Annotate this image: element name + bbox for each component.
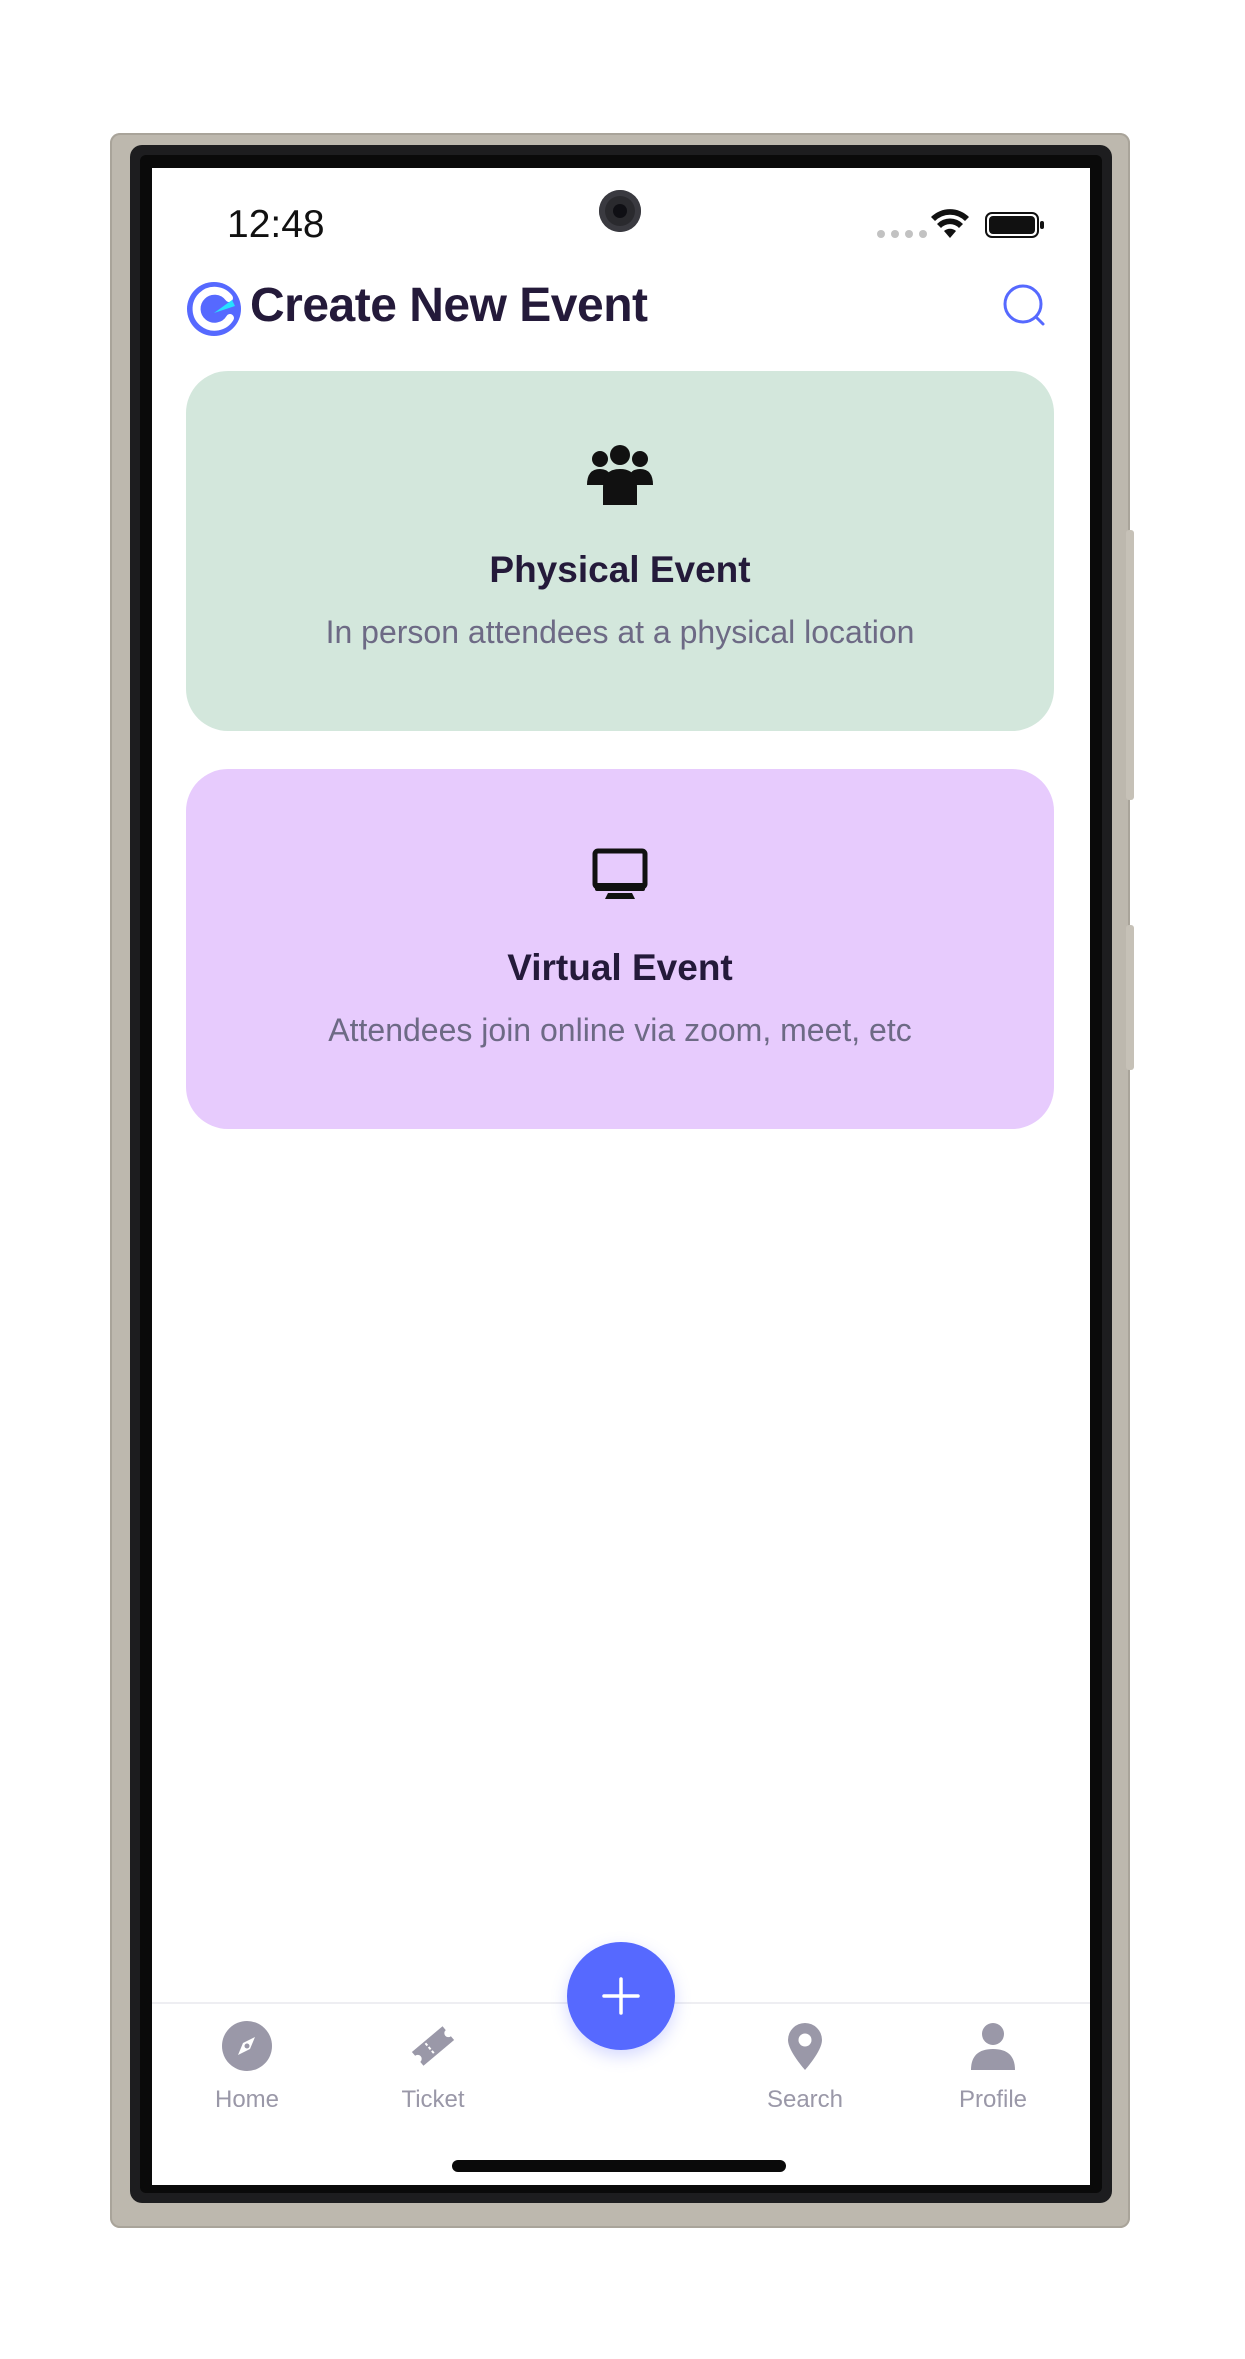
nav-item-ticket[interactable]: Ticket [363,2020,503,2130]
nav-label-ticket: Ticket [401,2086,465,2113]
status-time: 12:48 [227,203,325,246]
location-pin-icon [788,2023,822,2070]
front-camera [599,190,641,232]
app-logo-icon [187,282,241,336]
add-event-button[interactable] [567,1942,675,2050]
group-users-icon [587,445,653,505]
device-mockup: 12:48 Create New Event Physical Event In… [0,0,1245,2359]
nav-label-home: Home [214,2086,280,2113]
phone-side-button [1126,530,1134,800]
app-screen: 12:48 Create New Event Physical Event In… [152,168,1090,2185]
ticket-icon [411,2026,455,2066]
compass-icon [222,2021,272,2071]
search-icon [1003,284,1045,326]
physical-event-card[interactable]: Physical Event In person attendees at a … [186,371,1054,731]
page-title: Create New Event [250,279,648,332]
virtual-event-card[interactable]: Virtual Event Attendees join online via … [186,769,1054,1129]
physical-event-description: In person attendees at a physical locati… [325,614,915,650]
nav-item-home[interactable]: Home [177,2020,317,2130]
monitor-icon [592,848,648,899]
wifi-icon [931,209,969,238]
phone-side-button [1126,925,1134,1070]
battery-icon [985,212,1044,238]
virtual-event-description: Attendees join online via zoom, meet, et… [328,1012,912,1048]
user-icon [971,2023,1015,2070]
nav-item-search[interactable]: Search [735,2020,875,2130]
plus-icon [602,1977,640,2015]
nav-label-search: Search [766,2086,844,2113]
nav-item-profile[interactable]: Profile [923,2020,1063,2130]
physical-event-title: Physical Event [489,549,751,590]
nav-label-profile: Profile [958,2086,1028,2113]
home-indicator[interactable] [452,2160,786,2172]
virtual-event-title: Virtual Event [507,947,733,988]
search-button[interactable] [1000,281,1050,331]
cellular-signal-icon [877,230,927,238]
